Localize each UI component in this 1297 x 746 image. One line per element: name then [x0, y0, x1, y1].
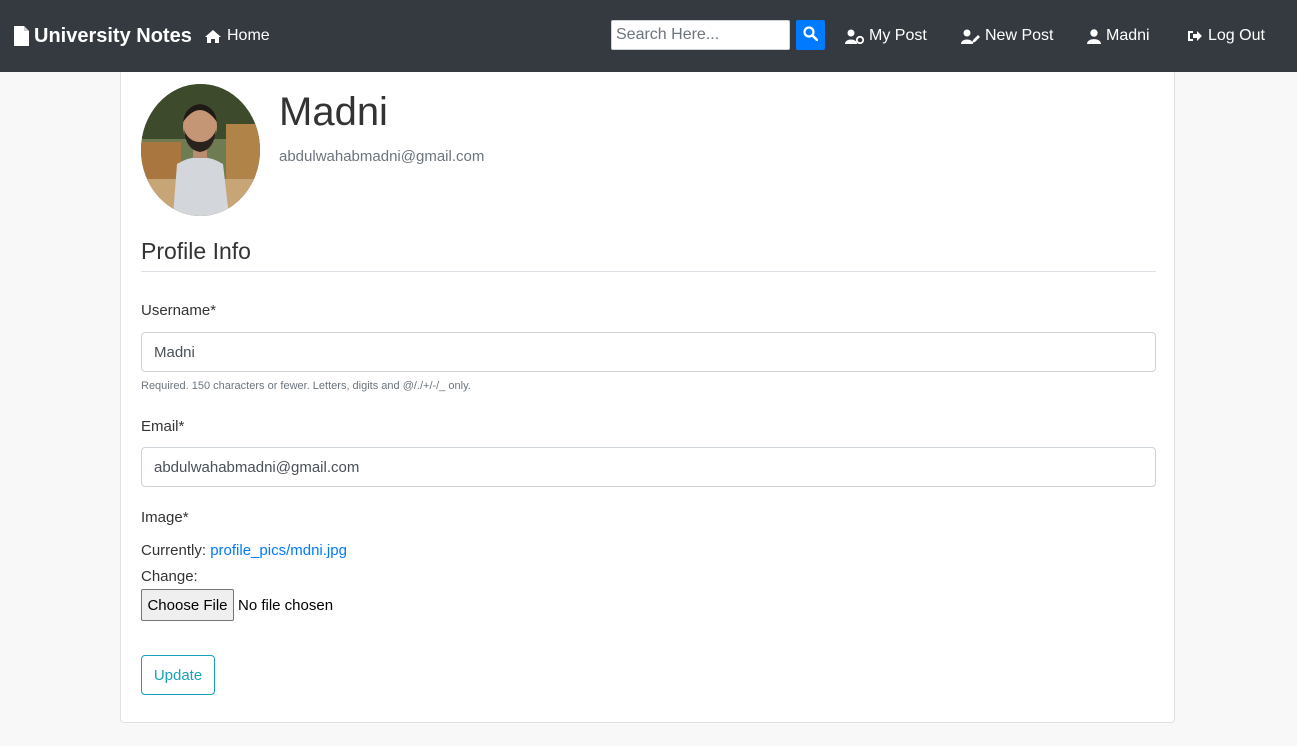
profile-email: abdulwahabmadni@gmail.com [279, 148, 485, 165]
current-image: Currently: profile_pics/mdni.jpg [141, 542, 347, 559]
search-input[interactable] [611, 20, 790, 50]
nav-home-label: Home [227, 27, 270, 44]
avatar [141, 84, 260, 216]
section-title: Profile Info [141, 238, 251, 264]
home-icon [204, 29, 222, 44]
email-label: Email* [141, 418, 185, 435]
user-edit-icon [961, 29, 980, 44]
nav-home[interactable]: Home [204, 24, 270, 48]
file-icon [13, 25, 30, 47]
current-image-link[interactable]: profile_pics/mdni.jpg [210, 542, 347, 559]
choose-file-button[interactable]: Choose File [141, 589, 234, 621]
nav-log-out[interactable]: Log Out [1187, 24, 1265, 48]
nav-user-label: Madni [1106, 27, 1150, 44]
search-button[interactable] [796, 20, 825, 50]
navbar: University Notes Home My Post New Post M… [0, 0, 1297, 72]
nav-new-post-label: New Post [985, 27, 1054, 44]
username-field[interactable] [141, 332, 1156, 372]
username-label: Username* [141, 302, 217, 319]
brand-text: University Notes [34, 24, 192, 47]
brand-link[interactable]: University Notes [13, 22, 192, 50]
profile-card: Madni abdulwahabmadni@gmail.com Profile … [120, 72, 1175, 723]
nav-my-post[interactable]: My Post [845, 24, 927, 48]
sign-out-icon [1187, 29, 1203, 43]
update-button[interactable]: Update [141, 655, 215, 695]
user-icon [1087, 28, 1101, 44]
change-label: Change: [141, 568, 198, 585]
email-field[interactable] [141, 447, 1156, 487]
search-icon [803, 26, 819, 44]
nav-new-post[interactable]: New Post [961, 24, 1053, 48]
nav-log-out-label: Log Out [1208, 27, 1265, 44]
image-label: Image* [141, 509, 189, 526]
nav-my-post-label: My Post [869, 27, 927, 44]
currently-label: Currently: [141, 542, 207, 559]
username-help-text: Required. 150 characters or fewer. Lette… [141, 380, 471, 392]
user-cog-icon [845, 29, 864, 44]
section-divider [141, 271, 1156, 272]
nav-user-profile[interactable]: Madni [1087, 24, 1150, 48]
profile-name: Madni [279, 90, 388, 134]
file-status: No file chosen [238, 597, 334, 614]
